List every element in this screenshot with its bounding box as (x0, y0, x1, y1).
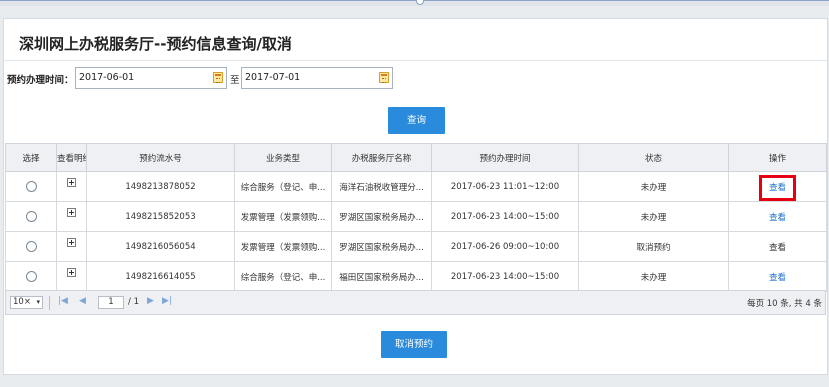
header-select: 选择 (5, 143, 57, 172)
pagination-bar: 10× ▾ |◀ ◀ 1 / 1 ▶ ▶| 每页 10 条, 共 4 条 (5, 290, 826, 315)
business-type-cell: 综合服务（登记、申... (234, 171, 332, 202)
table-row: 1498216614055 综合服务（登记、申... 福田区国家税务局办... … (5, 261, 827, 292)
hall-cell: 罗湖区国家税务局办... (331, 201, 432, 232)
hall-cell: 海洋石油税收管理分... (331, 171, 432, 202)
query-button[interactable]: 查询 (388, 107, 445, 134)
status-cell: 取消预约 (578, 231, 729, 262)
select-radio[interactable] (25, 181, 37, 192)
header-serial: 预约流水号 (86, 143, 235, 172)
select-radio[interactable] (25, 271, 37, 282)
serial-cell: 1498216056054 (86, 231, 235, 262)
main-panel: 深圳网上办税服务厅--预约信息查询/取消 预约办理时间： 2017-06-01 … (3, 18, 828, 375)
cancel-appointment-button[interactable]: 取消预约 (381, 331, 447, 358)
view-link[interactable]: 查看 (769, 273, 786, 283)
page-size-value: 10 (13, 297, 24, 307)
expand-detail-icon[interactable] (67, 207, 76, 217)
page-title: 深圳网上办税服务厅--预约信息查询/取消 (19, 35, 292, 53)
select-radio[interactable] (25, 211, 37, 222)
date-to-field[interactable]: 2017-07-01 (241, 67, 393, 89)
time-cell: 2017-06-23 14:00~15:00 (431, 201, 579, 232)
prev-page-icon[interactable]: ◀ (79, 296, 86, 306)
view-link[interactable]: 查看 (769, 213, 786, 223)
table-row: 1498216056054 发票管理（发票领购... 罗湖区国家税务局办... … (5, 231, 827, 262)
date-from-value: 2017-06-01 (79, 72, 135, 83)
time-cell: 2017-06-23 14:00~15:00 (431, 261, 579, 292)
table-header-row: 选择 查看明细 预约流水号 业务类型 办税服务厅名称 预约办理时间 状态 操作 (5, 143, 827, 172)
page-total: / 1 (128, 297, 139, 307)
last-page-icon[interactable]: ▶| (162, 296, 172, 306)
header-business-type: 业务类型 (234, 143, 332, 172)
table-row: 1498215852053 发票管理（发票领购... 罗湖区国家税务局办... … (5, 201, 827, 232)
page-number-input[interactable]: 1 (98, 296, 124, 309)
date-range-label: 预约办理时间： (7, 75, 74, 86)
expand-detail-icon[interactable] (67, 237, 76, 247)
header-time: 预约办理时间 (431, 143, 579, 172)
table-row: 1498213878052 综合服务（登记、申... 海洋石油税收管理分... … (5, 171, 827, 202)
calendar-icon[interactable] (213, 72, 223, 83)
view-link[interactable]: 查看 (769, 243, 786, 253)
business-type-cell: 发票管理（发票领购... (234, 231, 332, 262)
expand-detail-icon[interactable] (67, 267, 76, 277)
business-type-cell: 发票管理（发票领购... (234, 201, 332, 232)
header-status: 状态 (578, 143, 729, 172)
date-from-field[interactable]: 2017-06-01 (75, 67, 227, 89)
next-page-icon[interactable]: ▶ (147, 296, 154, 306)
pager-divider (49, 296, 50, 310)
serial-cell: 1498215852053 (86, 201, 235, 232)
date-to-value: 2017-07-01 (245, 72, 301, 83)
date-range-separator: 至 (230, 75, 240, 86)
header-action: 操作 (728, 143, 827, 172)
time-cell: 2017-06-23 11:01~12:00 (431, 171, 579, 202)
first-page-icon[interactable]: |◀ (58, 296, 68, 306)
header-detail: 查看明细 (56, 143, 87, 172)
appointment-table: 选择 查看明细 预约流水号 业务类型 办税服务厅名称 预约办理时间 状态 操作 … (5, 143, 827, 292)
page-size-suffix: × (23, 297, 31, 307)
top-frame-line (0, 0, 829, 1)
time-cell: 2017-06-26 09:00~10:00 (431, 231, 579, 262)
hall-cell: 福田区国家税务局办... (331, 261, 432, 292)
serial-cell: 1498213878052 (86, 171, 235, 202)
title-divider (4, 60, 827, 61)
hall-cell: 罗湖区国家税务局办... (331, 231, 432, 262)
status-cell: 未办理 (578, 171, 729, 202)
serial-cell: 1498216614055 (86, 261, 235, 292)
pager-info: 每页 10 条, 共 4 条 (747, 299, 822, 309)
select-radio[interactable] (25, 241, 37, 252)
calendar-icon[interactable] (379, 72, 389, 83)
view-link[interactable]: 查看 (758, 174, 797, 201)
business-type-cell: 综合服务（登记、申... (234, 261, 332, 292)
header-hall: 办税服务厅名称 (331, 143, 432, 172)
chevron-down-icon: ▾ (36, 298, 40, 306)
status-cell: 未办理 (578, 261, 729, 292)
page-size-select[interactable]: 10× ▾ (10, 296, 43, 309)
status-cell: 未办理 (578, 201, 729, 232)
expand-detail-icon[interactable] (67, 177, 76, 187)
